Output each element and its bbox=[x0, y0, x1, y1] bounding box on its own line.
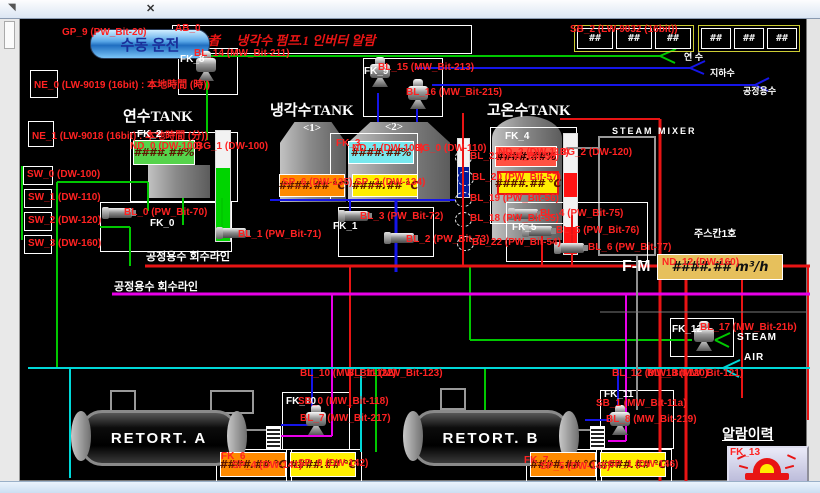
bl5-tag: BL_5 (PW_Bit-76) bbox=[556, 225, 639, 236]
dock-arrow-icon[interactable]: ◥ bbox=[8, 2, 16, 13]
pump-bl6-icon[interactable] bbox=[560, 243, 584, 253]
time-cell: ## bbox=[701, 28, 731, 49]
sw1-tag: SW_1 (DW-110) bbox=[28, 192, 101, 203]
hmi-screen: ◥ 10 - 视窗_10 ✕ bbox=[0, 0, 820, 493]
sw0-tag: SW_0 (DW-100) bbox=[27, 169, 100, 180]
recovery-line2-label: 공정용수 회수라인 bbox=[114, 278, 198, 294]
sb1-tag: SB_1 (MW_Bit-11a) bbox=[596, 398, 687, 409]
soft-tank-bg-tag: BG_1 (DW-100) bbox=[196, 141, 268, 152]
fk0-tag: FK_0 bbox=[150, 218, 174, 229]
ne1-tag: NE_1 (LW-9018 (16bit) : 本地時間 (分)) bbox=[32, 127, 208, 142]
ne0-tag: NE_0 (LW-9019 (16bit) : 本地時間 (時)) bbox=[34, 76, 210, 91]
supply-label-raw-water: 연 수 bbox=[684, 50, 703, 63]
bl6-tag: BL_6 (PW_Bit-77) bbox=[588, 242, 671, 253]
time-cell: ## bbox=[734, 28, 764, 49]
tab-bar: ◥ bbox=[0, 0, 820, 19]
soft-tank-nd-tag: ND_0 (DW-100) bbox=[130, 141, 201, 152]
recovery-line1-label: 공정용수 회수라인 bbox=[146, 248, 230, 264]
dock-grip[interactable] bbox=[4, 21, 15, 49]
supply-label-ground-water: 지하수 bbox=[710, 66, 735, 79]
time-display: ## ## ## bbox=[698, 25, 800, 52]
bl7-tag: BL_7 (MW_Bit-217) bbox=[300, 413, 391, 424]
cool-tank-1-label: <1> bbox=[303, 122, 321, 134]
sw2-tag: SW_2 (DW-120) bbox=[28, 215, 101, 226]
bl17-tag: BL_17 (MW_Bit-21b) bbox=[700, 322, 797, 333]
bl8-tag: BL_8 (MW_Bit-219) bbox=[606, 414, 697, 425]
bl2-tag: BL_2 (PW_Bit-73) bbox=[406, 234, 489, 245]
bottom-strip bbox=[0, 481, 820, 493]
retort-a-sp4-tag: SP_4 (DW-141) bbox=[232, 460, 302, 471]
cool-temp1-tag: SP_6 (DW-135) bbox=[282, 177, 352, 188]
bl3-tag: BL_3 (PW_Bit-72) bbox=[360, 211, 443, 222]
hot-tank-name: 고온수TANK bbox=[487, 99, 571, 120]
cool-temp2-tag: SP_2 (DW-134) bbox=[355, 177, 425, 188]
bl11-tag: BL_11 (MW_Bit-123) bbox=[347, 368, 443, 379]
retort-a-sp0-tag: SP_0 (DW-142) bbox=[298, 458, 368, 469]
soft-tank-fk-tag: FK_2 bbox=[137, 129, 161, 140]
burner-tag-21: BL_21 (PW_Bit-58) bbox=[470, 151, 559, 162]
flow-meter-tag: ND_12 (DW-160) bbox=[662, 257, 739, 268]
bl13-tag: BL_13 (MW_Bit-121) bbox=[647, 368, 743, 379]
retort-b-sp1-tag: SP_1 (DW-146) bbox=[608, 459, 678, 470]
fk12-tag: FK_12 bbox=[672, 324, 702, 335]
cool-tank-2-label: <2> bbox=[385, 121, 403, 133]
cool-tank-nd-tag: ND_1 (DW-100) bbox=[352, 143, 423, 154]
manual-run-tag: GP_9 (PW_Bit-20) bbox=[62, 27, 146, 38]
retort-b-name: RETORT. B bbox=[443, 430, 540, 447]
flow-meter-label: F-M bbox=[622, 258, 650, 276]
sb0-tag: SB_0 (MW_Bit-118) bbox=[298, 396, 389, 407]
burner-tag-20: BL_20 (PW_Bit-57) bbox=[472, 172, 561, 183]
sw3-tag: SW_3 (DW-160) bbox=[28, 238, 101, 249]
steam-label: STEAM bbox=[737, 332, 777, 343]
retort-b-sp5-tag: SP_5 (DW-145) bbox=[540, 461, 610, 472]
fk1-tag: FK_1 bbox=[333, 221, 357, 232]
bl0-tag: BL_0 (PW_Bit-70) bbox=[124, 207, 207, 218]
alarm-history-label: 알람이력 bbox=[722, 424, 774, 444]
supply-label-process-water: 공정용수 bbox=[743, 84, 776, 97]
juice-line-label: 주스칸1호 bbox=[694, 225, 736, 240]
air-label: AIR bbox=[744, 352, 764, 363]
bl14-tag: BL_14 (MW_Bit-211) bbox=[194, 48, 290, 59]
retort-a-name: RETORT. A bbox=[111, 430, 207, 447]
alarm-ticker-tag: AB_0 bbox=[175, 23, 201, 34]
clock-tag: SB_2 (LW-9032 (16bit)) bbox=[570, 24, 678, 35]
bl4-tag: BL_4 (PW_Bit-75) bbox=[540, 208, 623, 219]
heat-exchanger-b-icon bbox=[590, 426, 605, 450]
fk13-tag: FK_13 bbox=[730, 447, 760, 458]
time-cell: ## bbox=[767, 28, 797, 49]
siren-icon bbox=[745, 473, 789, 480]
left-dock-strip bbox=[0, 18, 20, 481]
bl1-tag: BL_1 (PW_Bit-71) bbox=[238, 229, 321, 240]
bl15-tag: BL_15 (MW_Bit-213) bbox=[378, 62, 474, 73]
tab-close-icon[interactable]: ✕ bbox=[146, 2, 155, 15]
retort-a: RETORT. A bbox=[80, 410, 238, 466]
heat-exchanger-a-icon bbox=[266, 426, 281, 450]
fk5-tag: FK_5 bbox=[512, 222, 536, 233]
hot-tank-bg-tag: BG_2 (DW-120) bbox=[560, 147, 632, 158]
cool-tank-name: 냉각수TANK bbox=[270, 99, 354, 120]
burner-tag-19: BL_19 (PW_Bit-56) bbox=[470, 193, 559, 204]
bl16-tag: BL_16 (MW_Bit-215) bbox=[406, 87, 502, 98]
hot-tank-fk-tag: FK_4 bbox=[505, 131, 529, 142]
steam-mixer-label: STEAM MIXER bbox=[612, 126, 697, 136]
soft-tank-name: 연수TANK bbox=[123, 105, 193, 126]
